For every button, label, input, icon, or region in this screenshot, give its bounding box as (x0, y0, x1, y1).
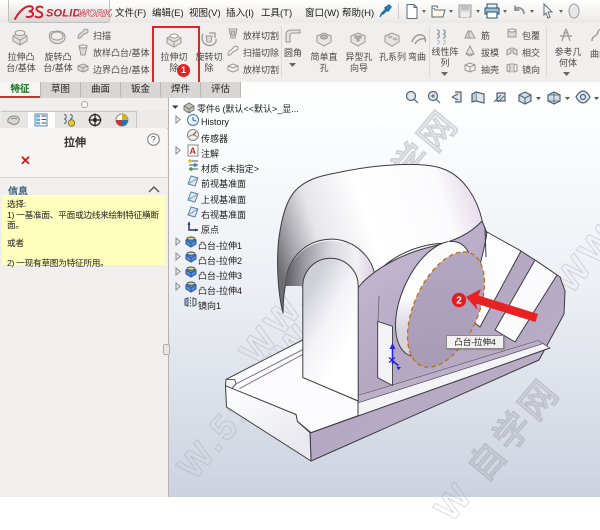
svg-text:WORKS: WORKS (78, 8, 112, 20)
svg-text:SOLID: SOLID (46, 8, 81, 20)
svg-text:?: ? (151, 135, 156, 145)
svg-text:A: A (190, 146, 197, 156)
svg-text:2: 2 (456, 296, 462, 307)
